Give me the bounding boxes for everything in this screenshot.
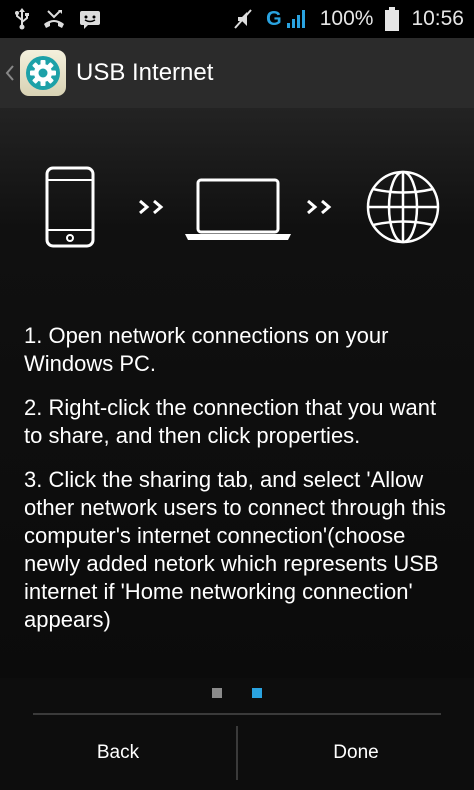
instruction-step-2: 2. Right-click the connection that you w… xyxy=(24,395,437,448)
clock: 10:56 xyxy=(411,7,464,30)
tutorial-content[interactable]: 1. Open network connections on your Wind… xyxy=(0,108,474,678)
back-button[interactable]: Back xyxy=(0,716,236,790)
network-type: G xyxy=(266,7,282,30)
page-dot-1[interactable] xyxy=(212,688,222,698)
instruction-list: 1. Open network connections on your Wind… xyxy=(24,322,454,650)
screen: G 100% 10:56 USB Internet 1. Open networ… xyxy=(0,0,474,790)
done-button[interactable]: Done xyxy=(238,716,474,790)
settings-gear-icon[interactable] xyxy=(20,50,66,96)
globe-icon xyxy=(366,170,440,244)
page-indicator xyxy=(0,688,474,700)
laptop-icon xyxy=(185,178,291,240)
missed-call-icon xyxy=(42,8,66,30)
android-debug-icon xyxy=(78,8,102,30)
phone-icon xyxy=(45,166,95,248)
status-bar: G 100% 10:56 xyxy=(0,0,474,38)
battery-icon xyxy=(385,7,400,31)
usb-icon xyxy=(14,8,30,30)
arrows-icon xyxy=(139,199,164,215)
page-dot-2[interactable] xyxy=(252,688,262,698)
back-chevron-icon[interactable] xyxy=(2,38,18,108)
divider xyxy=(33,713,441,715)
instruction-step-1: 1. Open network connections on your Wind… xyxy=(24,323,389,376)
signal-icon xyxy=(286,9,308,29)
arrows-icon xyxy=(307,199,332,215)
page-title: USB Internet xyxy=(76,59,214,86)
connection-illustration xyxy=(0,158,474,258)
battery-percent: 100% xyxy=(319,7,374,30)
mute-icon xyxy=(232,8,254,30)
instruction-step-3: 3. Click the sharing tab, and select 'Al… xyxy=(24,467,446,632)
action-bar[interactable]: USB Internet xyxy=(0,38,474,108)
